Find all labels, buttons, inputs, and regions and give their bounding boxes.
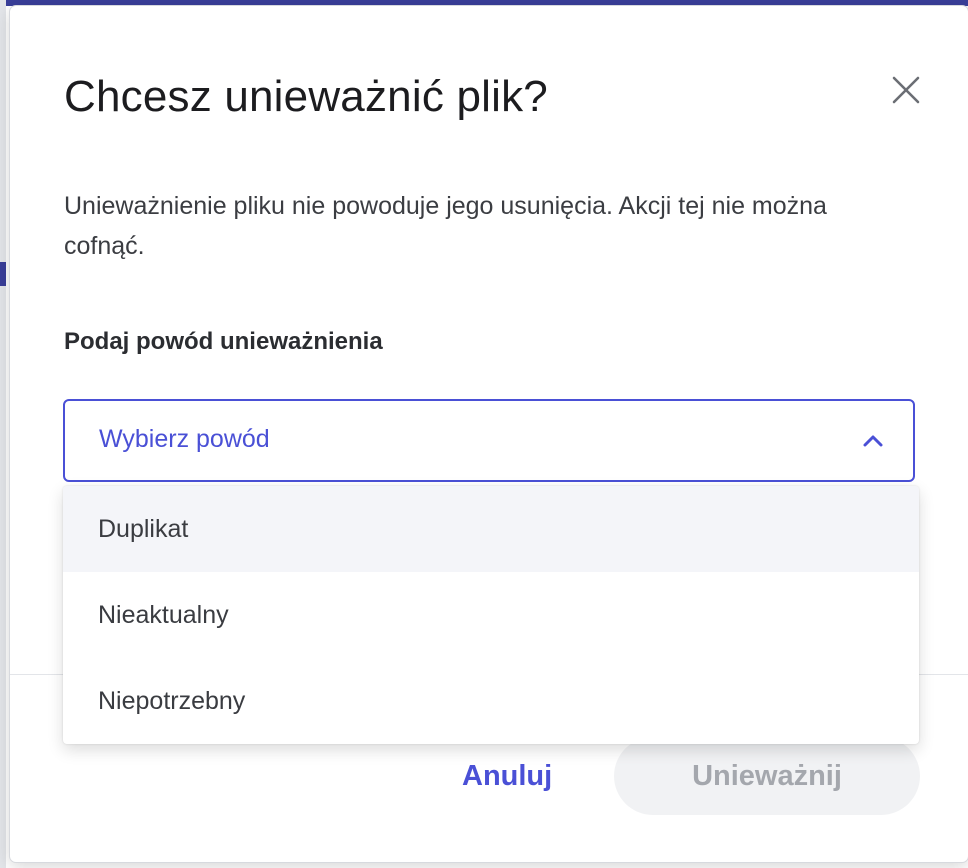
background-marker — [0, 262, 6, 286]
reason-option-unnecessary[interactable]: Niepotrzebny — [63, 658, 919, 744]
page-backdrop: Chcesz unieważnić plik? Unieważnienie pl… — [0, 0, 968, 868]
close-button[interactable] — [884, 68, 928, 112]
close-icon — [892, 76, 920, 104]
invalidate-button[interactable]: Unieważnij — [614, 737, 920, 815]
cancel-button[interactable]: Anuluj — [462, 746, 552, 806]
reason-option-duplicate[interactable]: Duplikat — [63, 486, 919, 572]
dialog-description: Unieważnienie pliku nie powoduje jego us… — [64, 192, 827, 260]
reason-select[interactable]: Wybierz powód — [63, 399, 915, 482]
chevron-up-icon — [863, 435, 883, 447]
reason-select-placeholder: Wybierz powód — [99, 425, 270, 453]
reason-field-label: Podaj powód unieważnienia — [64, 328, 383, 355]
invalidate-file-dialog: Chcesz unieważnić plik? Unieważnienie pl… — [10, 6, 968, 862]
reason-option-outdated[interactable]: Nieaktualny — [63, 572, 919, 658]
reason-dropdown-list: Duplikat Nieaktualny Niepotrzebny — [63, 486, 919, 744]
dialog-title: Chcesz unieważnić plik? — [64, 72, 548, 121]
background-edge — [0, 0, 6, 868]
